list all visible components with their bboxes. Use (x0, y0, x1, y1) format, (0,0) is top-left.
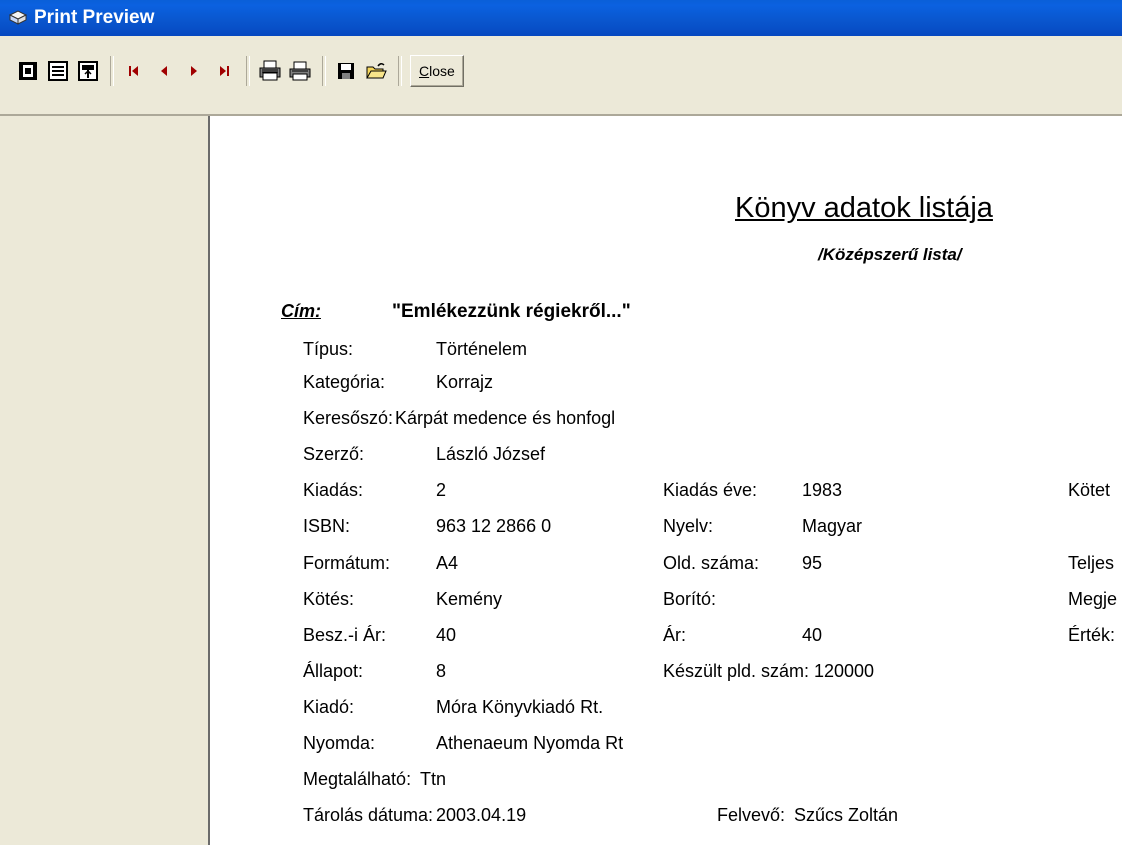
toolbar-separator (246, 56, 250, 86)
kategoria-value: Korrajz (436, 372, 494, 392)
felvevo-value: Szűcs Zoltán (794, 805, 899, 825)
megtalalhato-label: Megtalálható: (303, 769, 412, 789)
toolbar-separator (322, 56, 326, 86)
previous-page-icon[interactable] (150, 57, 178, 85)
teljes-label: Teljes (1068, 553, 1115, 573)
nyomda-value: Athenaeum Nyomda Rt (436, 733, 624, 753)
formatum-value: A4 (436, 553, 459, 573)
kategoria-label: Kategória: (303, 372, 386, 392)
besz-ar-value: 40 (436, 625, 457, 645)
kiadas-label: Kiadás: (303, 480, 364, 500)
megje-label: Megje (1068, 589, 1118, 609)
toolbar-separator (110, 56, 114, 86)
allapot-value: 8 (436, 661, 447, 681)
allapot-label: Állapot: (303, 661, 364, 681)
ar-value: 40 (802, 625, 823, 645)
print-icon[interactable] (286, 57, 314, 85)
nyomda-label: Nyomda: (303, 733, 376, 753)
szerzo-value: László József (436, 444, 546, 464)
kiado-value: Móra Könyvkiadó Rt. (436, 697, 604, 717)
report-subtitle: /Középszerű lista/ (818, 245, 962, 264)
besz-ar-label: Besz.-i Ár: (303, 625, 387, 645)
old-szama-value: 95 (802, 553, 823, 573)
print-preview-app-icon (8, 9, 28, 27)
kotet-label: Kötet (1068, 480, 1111, 500)
kiadas-eve-label: Kiadás éve: (663, 480, 758, 500)
toolbar: Close (0, 36, 1122, 116)
keresoszo-label: Keresőszó: (303, 408, 394, 428)
formatum-label: Formátum: (303, 553, 391, 573)
kiadas-value: 2 (436, 480, 447, 500)
zoom-page-icon[interactable] (74, 57, 102, 85)
keszult-value: 120000 (814, 661, 875, 681)
tipus-label: Típus: (303, 339, 354, 359)
close-button-label: lose (429, 63, 455, 79)
tipus-value: Történelem (436, 339, 528, 359)
nyelv-value: Magyar (802, 516, 863, 536)
szerzo-label: Szerző: (303, 444, 365, 464)
kiadas-eve-value: 1983 (802, 480, 843, 500)
preview-left-margin (0, 116, 210, 845)
preview-page[interactable]: Könyv adatok listája /Középszerű lista/ … (210, 116, 1122, 845)
isbn-label: ISBN: (303, 516, 351, 536)
save-icon[interactable] (332, 57, 360, 85)
last-page-icon[interactable] (210, 57, 238, 85)
first-page-icon[interactable] (120, 57, 148, 85)
two-pages-icon[interactable] (44, 57, 72, 85)
print-setup-icon[interactable] (256, 57, 284, 85)
close-button[interactable]: Close (410, 55, 464, 87)
tarolas-value: 2003.04.19 (436, 805, 527, 825)
megtalalhato-value: Ttn (420, 769, 447, 789)
nyelv-label: Nyelv: (663, 516, 714, 536)
report-title: Könyv adatok listája (735, 192, 993, 224)
toolbar-separator (398, 56, 402, 86)
tarolas-label: Tárolás dátuma: (303, 805, 434, 825)
open-icon[interactable] (362, 57, 390, 85)
kotes-value: Kemény (436, 589, 503, 609)
isbn-value: 963 12 2866 0 (436, 516, 552, 536)
borito-label: Borító: (663, 589, 717, 609)
next-page-icon[interactable] (180, 57, 208, 85)
kotes-label: Kötés: (303, 589, 355, 609)
keresoszo-value: Kárpát medence és honfogl (395, 408, 616, 428)
ertek-label: Érték: (1068, 625, 1116, 645)
title-bar: Print Preview (0, 0, 1122, 36)
old-szama-label: Old. száma: (663, 553, 760, 573)
window-title: Print Preview (34, 7, 155, 28)
felvevo-label: Felvevő: (717, 805, 786, 825)
ar-label: Ár: (663, 625, 687, 645)
keszult-label: Készült pld. szám: (663, 661, 810, 681)
kiado-label: Kiadó: (303, 697, 355, 717)
one-page-icon[interactable] (14, 57, 42, 85)
cim-label: Cím: (281, 301, 321, 321)
close-button-mnemonic: C (419, 63, 430, 79)
cim-value: "Emlékezzünk régiekről..." (392, 301, 631, 322)
